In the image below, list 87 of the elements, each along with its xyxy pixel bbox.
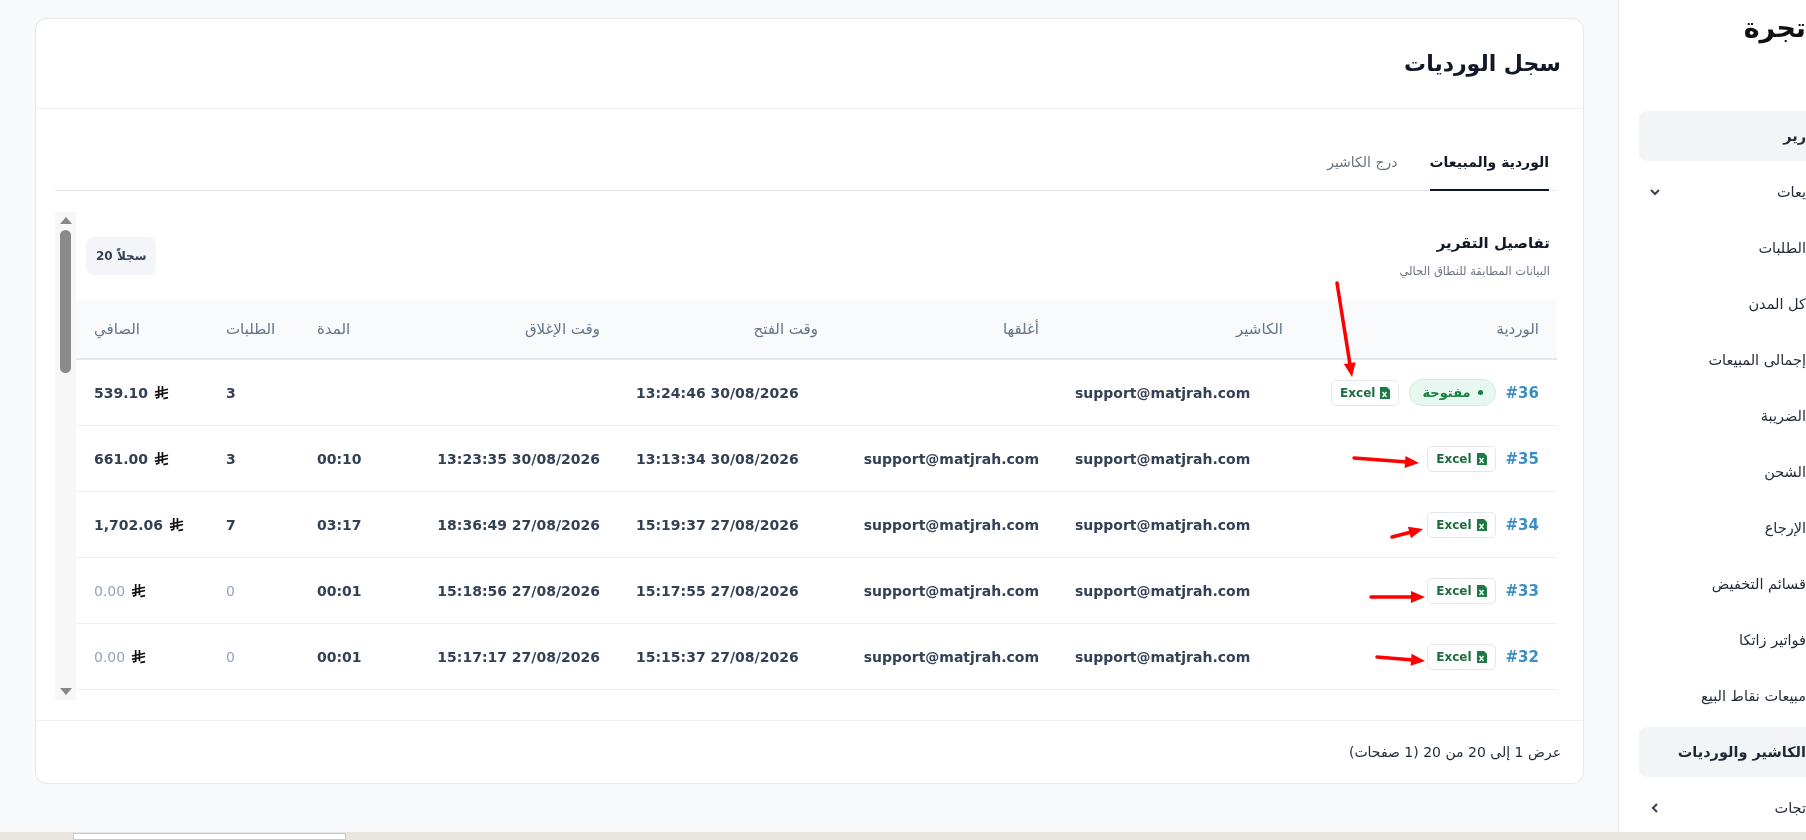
riyal-icon [169, 517, 185, 532]
table-cell: 00:01 [317, 648, 362, 665]
column-header: الكاشير [1234, 320, 1284, 338]
excel-export-button[interactable]: Excel [1427, 511, 1496, 538]
sidebar-item[interactable]: مبيعات نقاط البيع [1639, 671, 1806, 721]
sidebar-item[interactable]: الطلبات [1639, 223, 1806, 273]
excel-export-button[interactable]: Excel [1331, 379, 1400, 406]
table-cell: 0 [226, 648, 235, 665]
pagination-summary: عرض 1 إلى 20 من 20 (1 صفحات) [1348, 744, 1561, 760]
riyal-icon [131, 583, 147, 598]
table-cell-text: 15:17:55 27/08/2026 [635, 582, 800, 599]
brand-name: تجرة [1742, 11, 1806, 46]
sidebar-item[interactable]: الشحن [1639, 447, 1806, 497]
excel-export-button[interactable]: Excel [1427, 445, 1496, 472]
table-cell: support@matjrah.com [863, 450, 1039, 467]
tab[interactable]: الوردية والمبيعات [1429, 147, 1549, 191]
table-cell: 3 [226, 384, 236, 401]
spreadsheet-icon [1380, 386, 1391, 399]
riyal-icon [154, 451, 170, 466]
table-cell-text: support@matjrah.com [1074, 384, 1252, 401]
sidebar-item[interactable]: فواتير زاتكا [1639, 615, 1806, 665]
table-cell: 7 [226, 516, 236, 533]
annotation-arrow [1352, 455, 1419, 468]
table-cell: 661.00 [94, 450, 149, 467]
sidebar-item[interactable]: كل المدن [1639, 279, 1806, 329]
riyal-icon [131, 649, 147, 664]
section-title: تفاصيل التقرير [1435, 234, 1550, 252]
table-cell: 15:17:17 27/08/2026 [437, 648, 600, 665]
column-header: وقت الإغلاق [523, 320, 601, 338]
excel-export-button[interactable]: Excel [1427, 643, 1496, 670]
status-badge: مفتوحة [1409, 379, 1496, 406]
table-cell: support@matjrah.com [863, 582, 1039, 599]
sidebar-item[interactable]: إجمالى المبيعات [1639, 335, 1806, 385]
spreadsheet-icon [1476, 452, 1487, 465]
annotation-arrow [1375, 653, 1425, 666]
column-header: الصافي [93, 320, 141, 338]
excel-export-button[interactable]: Excel [1427, 577, 1496, 604]
table-cell-text: 13:13:34 30/08/2026 [635, 450, 800, 467]
table-cell-text: support@matjrah.com [1074, 648, 1252, 665]
page-title: سجل الورديات [1404, 51, 1561, 76]
table-cell: 00:10 [317, 450, 362, 467]
table-cell: 1,702.06 [94, 516, 164, 533]
tab[interactable]: درج الكاشير [1327, 147, 1398, 191]
table-cell: 0.00 [94, 648, 126, 665]
column-header: وقت الفتح [752, 320, 819, 338]
spreadsheet-icon [1476, 650, 1487, 663]
sidebar-item[interactable]: الكاشير والورديات [1639, 727, 1806, 777]
table-cell: 0.00 [94, 582, 126, 599]
table-cell-text: 15:19:37 27/08/2026 [635, 516, 800, 533]
table-cell-text: 15:15:37 27/08/2026 [635, 648, 800, 665]
table-cell: 539.10 [94, 384, 149, 401]
sidebar-item[interactable]: الإرجاع [1639, 503, 1806, 553]
column-header: أغلقها [1001, 320, 1040, 338]
column-header: الطلبات [225, 320, 277, 338]
table-cell: 13:23:35 30/08/2026 [437, 450, 600, 467]
sidebar-item[interactable]: تجات [1639, 783, 1806, 832]
scrollbar[interactable] [55, 212, 76, 700]
table-cell: 18:36:49 27/08/2026 [437, 516, 600, 533]
shift-link[interactable]: #33 [1505, 581, 1539, 600]
table-cell: 15:18:56 27/08/2026 [437, 582, 600, 599]
annotation-arrow [1369, 591, 1425, 603]
table-cell: 0 [226, 582, 235, 599]
table-cell-text: support@matjrah.com [1074, 450, 1252, 467]
column-header: المدة [316, 320, 352, 338]
spreadsheet-icon [1476, 584, 1487, 597]
table-cell-text: support@matjrah.com [1074, 582, 1252, 599]
column-header: الوردية [1495, 320, 1540, 338]
sidebar-item[interactable]: الضريبة [1639, 391, 1806, 441]
table-cell-text: support@matjrah.com [1074, 516, 1252, 533]
riyal-icon [154, 385, 170, 400]
table-cell-text: 13:24:46 30/08/2026 [635, 384, 800, 401]
section-subtitle: البيانات المطابقة للنطاق الحالي [1399, 264, 1550, 278]
shift-link[interactable]: #34 [1505, 515, 1539, 534]
table-cell: 03:17 [317, 516, 362, 533]
spreadsheet-icon [1476, 518, 1487, 531]
table-cell: support@matjrah.com [863, 648, 1039, 665]
table-cell: 3 [226, 450, 236, 467]
table-cell: 00:01 [317, 582, 362, 599]
sidebar-item[interactable]: قسائم التخفيض [1639, 559, 1806, 609]
annotation-arrow [1390, 526, 1423, 539]
sidebar-item[interactable]: يعات [1639, 167, 1806, 217]
shift-link[interactable]: #36 [1505, 383, 1539, 402]
shift-link[interactable]: #32 [1505, 647, 1539, 666]
sidebar-item[interactable]: رير [1639, 111, 1806, 161]
table-cell: support@matjrah.com [863, 516, 1039, 533]
record-count-badge: سجلاً 20 [86, 237, 157, 275]
shift-link[interactable]: #35 [1505, 449, 1539, 468]
